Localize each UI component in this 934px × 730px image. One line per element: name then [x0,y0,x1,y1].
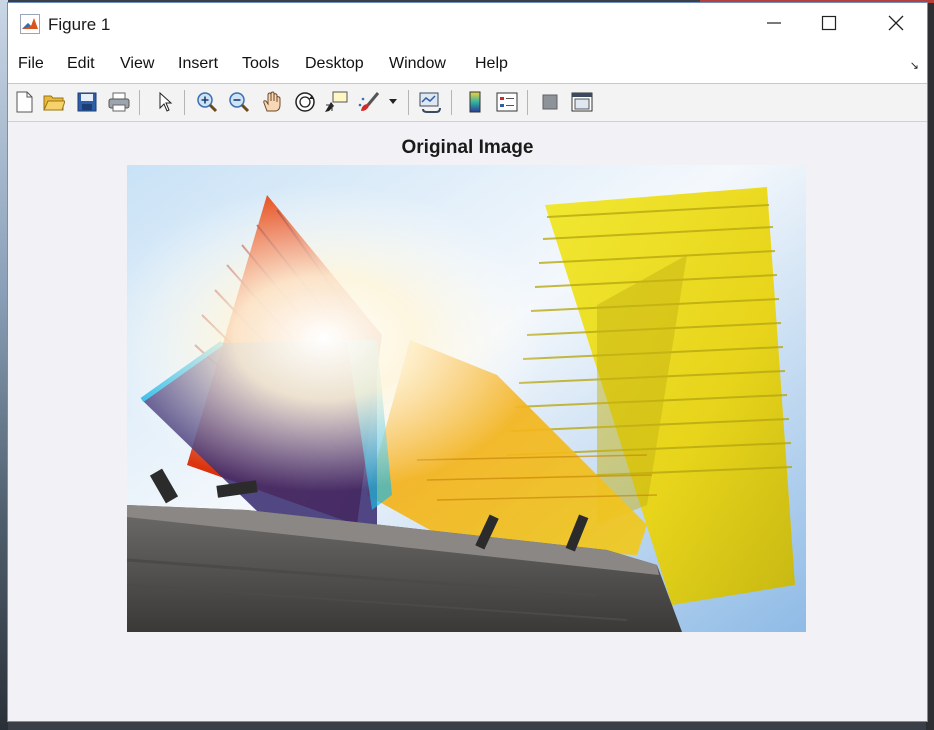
hide-plot-tools-button[interactable] [538,90,562,114]
menu-window[interactable]: Window [389,55,446,73]
maximize-icon [821,15,837,36]
data-cursor-button[interactable] [324,90,348,114]
save-icon [77,92,97,112]
legend-button[interactable] [495,90,519,114]
pan-button[interactable] [260,90,284,114]
colorbar-button[interactable] [463,90,487,114]
zoom-out-icon [228,91,250,113]
close-icon [888,15,904,36]
brush-button[interactable] [357,90,381,114]
rotate-3d-button[interactable] [293,90,317,114]
matlab-icon [20,14,40,34]
toolbar-separator [451,90,452,115]
minimize-icon [766,15,782,36]
dock-arrow-icon[interactable]: ↘ [910,59,919,72]
toolbar-separator [184,90,185,115]
link-plot-button[interactable] [418,90,442,114]
window-title: Figure 1 [48,15,111,34]
brush-dropdown-icon [389,99,397,105]
menu-bar: File Edit View Insert Tools Desktop Wind… [8,47,927,84]
toolbar [8,84,927,122]
open-file-icon [43,92,65,112]
rotate-3d-icon [294,91,316,113]
pan-hand-icon [261,91,283,113]
toolbar-separator [139,90,140,115]
toolbar-separator [408,90,409,115]
open-file-button[interactable] [42,90,66,114]
new-figure-button[interactable] [12,90,36,114]
pointer-button[interactable] [153,90,177,114]
toolbar-separator [527,90,528,115]
show-plot-tools-icon [571,92,593,112]
print-icon [108,92,130,112]
zoom-out-button[interactable] [227,90,251,114]
menu-desktop[interactable]: Desktop [305,55,364,73]
maximize-button[interactable] [798,3,860,47]
menu-insert[interactable]: Insert [178,55,218,73]
save-button[interactable] [75,90,99,114]
menu-help[interactable]: Help [475,55,508,73]
close-button[interactable] [865,3,927,47]
zoom-in-icon [196,91,218,113]
legend-icon [496,92,518,112]
menu-edit[interactable]: Edit [67,55,95,73]
data-cursor-icon [324,91,348,113]
link-plot-icon [418,91,442,113]
menu-tools[interactable]: Tools [242,55,279,73]
colorbar-icon [468,91,482,113]
menu-file[interactable]: File [18,55,44,73]
displayed-image[interactable] [127,165,806,632]
new-figure-icon [14,91,34,113]
figure-window: Figure 1 File Edit View Insert Tools Des… [7,2,928,722]
minimize-button[interactable] [743,3,805,47]
brush-icon [358,91,380,113]
title-bar[interactable]: Figure 1 [8,3,927,47]
menu-view[interactable]: View [120,55,154,73]
show-plot-tools-button[interactable] [570,90,594,114]
zoom-in-button[interactable] [195,90,219,114]
pointer-icon [157,92,173,112]
brush-dropdown-button[interactable] [386,90,400,114]
hide-plot-tools-icon [541,93,559,111]
axes-title: Original Image [401,137,534,158]
print-button[interactable] [107,90,131,114]
